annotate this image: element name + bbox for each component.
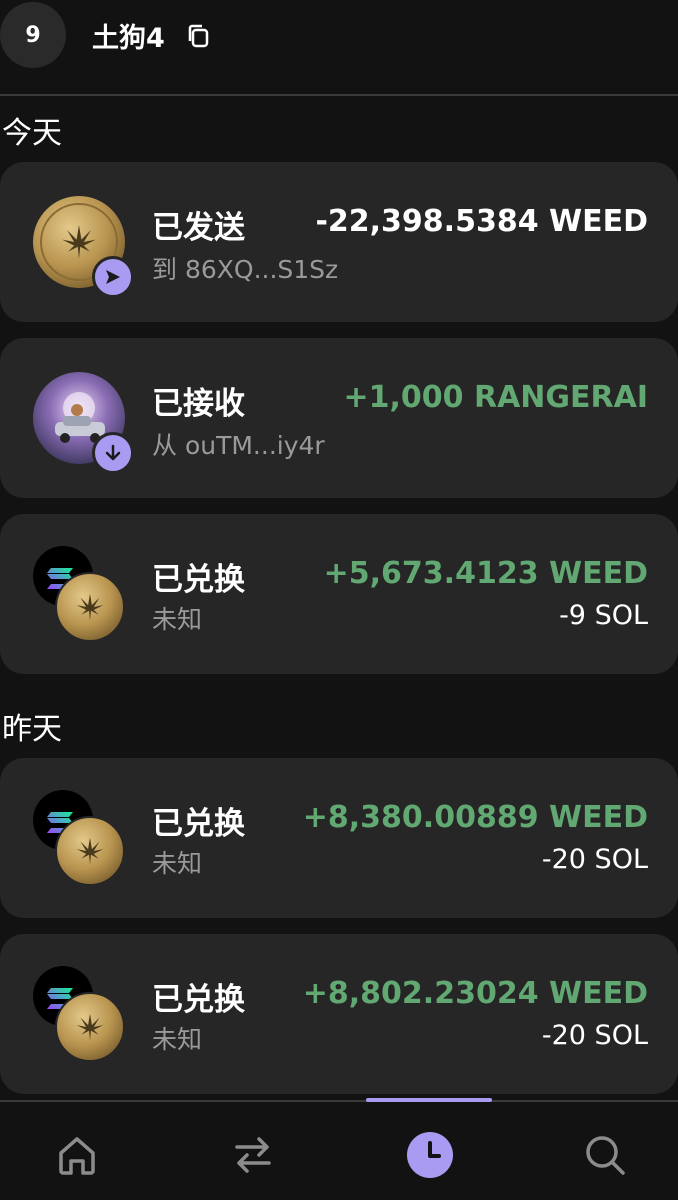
- transaction-counterparty: 未知: [152, 849, 203, 878]
- account-switcher[interactable]: 土狗4: [92, 16, 213, 55]
- transaction-item[interactable]: 已接收 从 ouTM...iy4r +1,000 RANGERAI: [0, 338, 678, 498]
- transaction-item[interactable]: 已兑换 未知 +8,380.00889 WEED -20 SOL: [0, 758, 678, 918]
- transaction-item[interactable]: 已发送 到 86XQ...S1Sz -22,398.5384 WEED: [0, 162, 678, 322]
- history-icon[interactable]: [405, 1130, 455, 1180]
- transaction-amount: +8,802.23024 WEED: [302, 976, 648, 1011]
- account-avatar[interactable]: 9: [0, 2, 66, 68]
- receive-icon: [92, 432, 134, 474]
- swap-icon[interactable]: [228, 1130, 278, 1180]
- transaction-title: 已接收: [152, 386, 245, 422]
- transaction-title: 已兑换: [152, 982, 245, 1018]
- weed-coin-icon: [55, 816, 125, 886]
- copy-icon[interactable]: [183, 21, 213, 51]
- transaction-item[interactable]: 已兑换 未知 +5,673.4123 WEED -9 SOL: [0, 514, 678, 674]
- transaction-title: 已发送: [152, 210, 245, 246]
- weed-coin-icon: [55, 572, 125, 642]
- header: 9 土狗4: [0, 0, 678, 96]
- section-label-today: 今天: [2, 116, 62, 151]
- transaction-amount-secondary: -20 SOL: [541, 1020, 648, 1051]
- active-tab-indicator: [366, 1098, 492, 1102]
- home-icon[interactable]: [52, 1130, 102, 1180]
- send-icon: [92, 256, 134, 298]
- transaction-title: 已兑换: [152, 562, 245, 598]
- transaction-counterparty: 未知: [152, 1025, 203, 1054]
- transaction-item[interactable]: 已兑换 未知 +8,802.23024 WEED -20 SOL: [0, 934, 678, 1094]
- transaction-counterparty: 到 86XQ...S1Sz: [152, 255, 339, 284]
- transaction-counterparty: 未知: [152, 605, 203, 634]
- transaction-amount: +5,673.4123 WEED: [323, 556, 648, 591]
- transaction-amount-secondary: -9 SOL: [559, 600, 648, 631]
- transaction-counterparty: 从 ouTM...iy4r: [152, 431, 325, 460]
- weed-coin-icon: [55, 992, 125, 1062]
- transaction-amount: -22,398.5384 WEED: [315, 204, 648, 239]
- transaction-amount-secondary: -20 SOL: [541, 844, 648, 875]
- transaction-amount: +1,000 RANGERAI: [343, 380, 649, 415]
- search-icon[interactable]: [580, 1130, 630, 1180]
- section-label-yesterday: 昨天: [2, 712, 62, 747]
- account-name: 土狗4: [92, 23, 165, 54]
- avatar-text: 9: [25, 22, 41, 48]
- transaction-title: 已兑换: [152, 806, 245, 842]
- transaction-amount: +8,380.00889 WEED: [302, 800, 648, 835]
